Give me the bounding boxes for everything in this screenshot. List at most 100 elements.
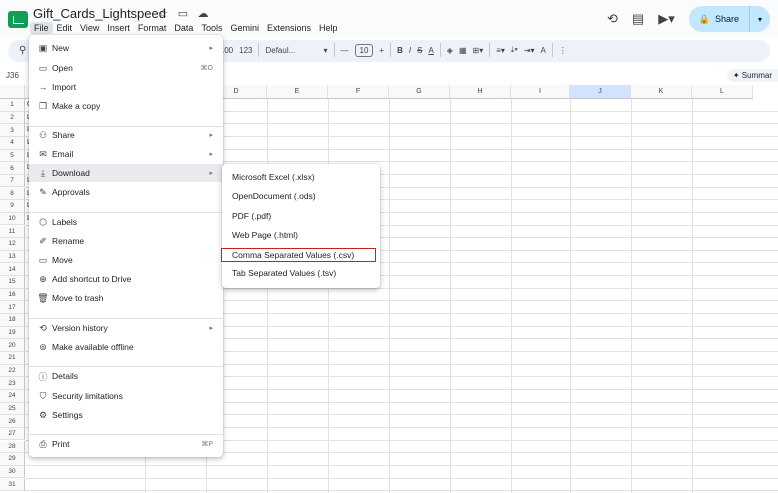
file-menu-item-move[interactable]: ▭ Move xyxy=(29,251,223,269)
row-header[interactable]: 24 xyxy=(0,389,25,403)
row-header[interactable]: 16 xyxy=(0,288,25,302)
file-menu-item-make-available-offline[interactable]: ⊚ Make available offline xyxy=(29,338,223,356)
file-menu-item-details[interactable]: ⓘ Details xyxy=(29,367,223,385)
download-option-microsoft-excel-xlsx[interactable]: Microsoft Excel (.xlsx) xyxy=(222,168,380,186)
row-header[interactable]: 14 xyxy=(0,263,25,277)
file-menu-item-settings[interactable]: ⚙ Settings xyxy=(29,406,223,424)
file-menu-item-email[interactable]: ✉ Email ▸ xyxy=(29,145,223,163)
column-header-f[interactable]: F xyxy=(328,85,389,99)
column-header-h[interactable]: H xyxy=(450,85,511,99)
download-option-comma-separated-values-csv[interactable]: Comma Separated Values (.csv) xyxy=(221,248,376,262)
file-menu-item-labels[interactable]: ⬡ Labels xyxy=(29,213,223,231)
menu-extensions[interactable]: Extensions xyxy=(263,22,315,34)
row-header[interactable]: 21 xyxy=(0,352,25,365)
more-options-icon[interactable]: ⋮ xyxy=(559,46,567,55)
row-header[interactable]: 17 xyxy=(0,301,25,314)
fill-color-icon[interactable]: ◈ xyxy=(447,46,453,55)
borders-icon[interactable]: ▦ xyxy=(459,46,467,55)
strikethrough-button[interactable]: S xyxy=(417,46,422,55)
row-header[interactable]: 26 xyxy=(0,415,25,428)
italic-button[interactable]: I xyxy=(409,46,411,55)
search-menus-icon[interactable]: ⚲ xyxy=(19,45,26,56)
row-header[interactable]: 28 xyxy=(0,440,25,454)
file-menu-item-approvals[interactable]: ✎ Approvals xyxy=(29,183,223,201)
file-menu-item-add-shortcut-to-drive[interactable]: ⊕ Add shortcut to Drive xyxy=(29,270,223,288)
row-header[interactable]: 25 xyxy=(0,402,25,416)
download-option-web-page-html[interactable]: Web Page (.html) xyxy=(222,226,380,244)
comment-icon[interactable]: ▤ xyxy=(632,11,644,27)
row-header[interactable]: 2 xyxy=(0,111,25,125)
row-header[interactable]: 22 xyxy=(0,364,25,378)
row-header[interactable]: 23 xyxy=(0,377,25,390)
row-header[interactable]: 29 xyxy=(0,453,25,466)
row-header[interactable]: 27 xyxy=(0,427,25,441)
file-menu-item-security-limitations[interactable]: ⛉ Security limitations xyxy=(29,387,223,405)
font-size-input[interactable]: 10 xyxy=(354,43,374,57)
file-menu-item-rename[interactable]: ✐ Rename xyxy=(29,232,223,250)
sheets-logo-icon[interactable] xyxy=(8,11,28,28)
file-menu-item-new[interactable]: ▣ New ▸ xyxy=(29,39,223,57)
menu-file[interactable]: File xyxy=(30,22,53,34)
column-header-k[interactable]: K xyxy=(631,85,692,99)
row-header[interactable]: 3 xyxy=(0,124,25,137)
menu-gemini[interactable]: Gemini xyxy=(226,22,263,34)
history-icon[interactable]: ⟲ xyxy=(607,11,618,27)
row-header[interactable]: 8 xyxy=(0,187,25,201)
file-menu-item-share[interactable]: ⚇ Share ▸ xyxy=(29,126,223,144)
bold-button[interactable]: B xyxy=(397,46,403,55)
font-select[interactable]: Defaul... xyxy=(265,46,317,55)
row-header[interactable]: 4 xyxy=(0,136,25,150)
menu-data[interactable]: Data xyxy=(170,22,197,34)
column-header-e[interactable]: E xyxy=(267,85,328,99)
folder-move-icon[interactable]: ▭ xyxy=(176,7,190,20)
star-icon[interactable]: ☆ xyxy=(156,7,170,20)
text-wrap-icon[interactable]: ⇥▾ xyxy=(524,46,535,55)
row-header[interactable]: 9 xyxy=(0,200,25,213)
row-header[interactable]: 10 xyxy=(0,212,25,226)
menu-help[interactable]: Help xyxy=(315,22,342,34)
horizontal-align-icon[interactable]: ≡▾ xyxy=(496,46,505,55)
merge-cells-icon[interactable]: ⊞▾ xyxy=(473,46,484,55)
share-button[interactable]: 🔒 Share ▾ xyxy=(688,6,770,32)
row-header[interactable]: 11 xyxy=(0,225,25,239)
font-dropdown-icon[interactable]: ▾ xyxy=(323,46,327,55)
row-header[interactable]: 30 xyxy=(0,465,25,479)
vertical-align-icon[interactable]: ⤓▾ xyxy=(511,45,518,55)
column-header-l[interactable]: L xyxy=(692,85,753,99)
column-header-j[interactable]: J xyxy=(570,85,631,99)
font-size-increase-button[interactable]: + xyxy=(379,46,384,55)
file-menu-item-download[interactable]: ⤓ Download ▸ xyxy=(29,164,223,182)
menu-insert[interactable]: Insert xyxy=(103,22,134,34)
font-size-decrease-button[interactable]: — xyxy=(341,46,349,55)
download-option-tab-separated-values-tsv[interactable]: Tab Separated Values (.tsv) xyxy=(222,264,380,282)
name-box[interactable]: J36 xyxy=(6,71,19,80)
download-option-pdf-pdf[interactable]: PDF (.pdf) xyxy=(222,207,380,225)
select-all-corner[interactable] xyxy=(0,85,25,99)
file-menu-item-move-to-trash[interactable]: 🗑 Move to trash xyxy=(29,289,223,307)
row-header[interactable]: 31 xyxy=(0,478,25,492)
row-header[interactable]: 7 xyxy=(0,174,25,188)
menu-tools[interactable]: Tools xyxy=(197,22,226,34)
share-dropdown-icon[interactable]: ▾ xyxy=(750,15,770,24)
row-header[interactable]: 5 xyxy=(0,149,25,163)
row-header[interactable]: 12 xyxy=(0,238,25,251)
row-header[interactable]: 6 xyxy=(0,162,25,175)
cloud-status-icon[interactable]: ☁ xyxy=(196,7,210,20)
column-header-g[interactable]: G xyxy=(389,85,450,99)
menu-edit[interactable]: Edit xyxy=(53,22,77,34)
meet-icon[interactable]: ▶▾ xyxy=(658,11,675,27)
file-menu-item-import[interactable]: → Import xyxy=(29,78,223,96)
menu-view[interactable]: View xyxy=(76,22,103,34)
row-header[interactable]: 19 xyxy=(0,326,25,340)
row-header[interactable]: 20 xyxy=(0,339,25,352)
number-format-button[interactable]: 123 xyxy=(239,46,252,55)
column-header-i[interactable]: I xyxy=(511,85,570,99)
row-header[interactable]: 1 xyxy=(0,99,25,112)
menu-format[interactable]: Format xyxy=(134,22,171,34)
file-menu-item-open[interactable]: ▭ Open ⌘O xyxy=(29,59,223,77)
row-header[interactable]: 18 xyxy=(0,314,25,327)
text-color-button[interactable]: A xyxy=(428,46,433,55)
text-rotate-button[interactable]: A xyxy=(541,46,546,55)
download-option-opendocument-ods[interactable]: OpenDocument (.ods) xyxy=(222,187,380,205)
decimal-increase-button[interactable]: .00 xyxy=(222,46,233,55)
